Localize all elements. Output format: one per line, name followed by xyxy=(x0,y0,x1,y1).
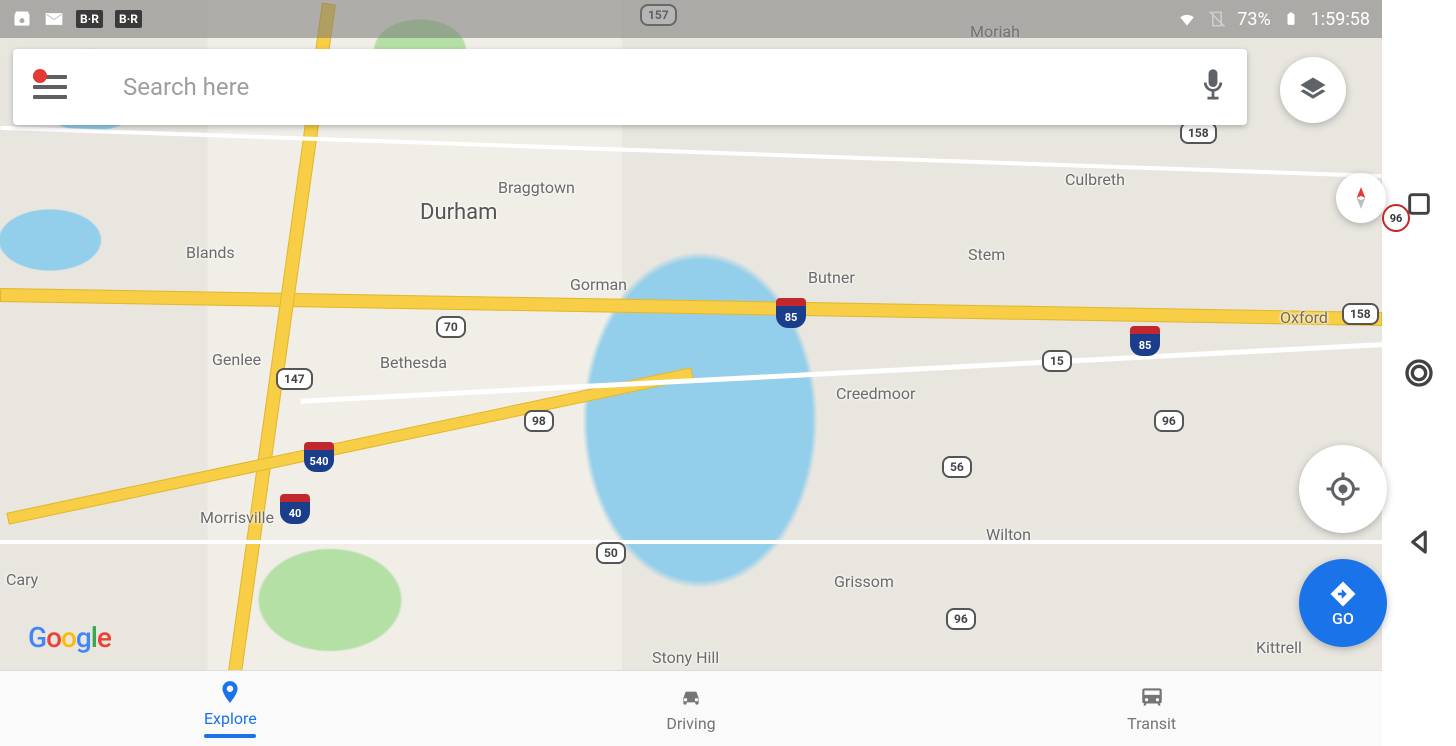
nav-driving[interactable]: Driving xyxy=(461,671,922,746)
system-nav-bar xyxy=(1382,0,1456,746)
city-kittrell: Kittrell xyxy=(1256,638,1302,657)
battery-icon xyxy=(1281,9,1301,29)
city-gorman: Gorman xyxy=(570,275,627,294)
my-location-button[interactable]: ? xyxy=(1299,445,1387,533)
city-blands: Blands xyxy=(186,243,235,262)
route-96a: 96 xyxy=(1154,410,1184,432)
nav-explore-label: Explore xyxy=(204,709,257,728)
notification-dot xyxy=(33,69,47,83)
interstate-85a: 85 xyxy=(776,298,806,328)
menu-button[interactable] xyxy=(33,75,67,99)
route-96b: 96 xyxy=(946,608,976,630)
city-creedmoor: Creedmoor xyxy=(836,384,915,403)
mail-icon xyxy=(44,9,64,29)
city-morrisville: Morrisville xyxy=(200,508,274,527)
nav-active-indicator xyxy=(204,734,256,738)
city-wilton: Wilton xyxy=(986,525,1031,544)
car-icon xyxy=(678,684,704,710)
city-bethesda: Bethesda xyxy=(380,353,447,372)
no-sim-icon xyxy=(1207,9,1227,29)
nav-explore[interactable]: Explore xyxy=(0,671,461,746)
route-158b: 158 xyxy=(1342,303,1379,325)
route-50: 50 xyxy=(596,542,626,564)
br-badge-2: B·R xyxy=(115,10,142,28)
disk-icon xyxy=(12,9,32,29)
sys-home-button[interactable] xyxy=(1402,356,1436,390)
google-logo: Google xyxy=(28,621,111,654)
voice-search-button[interactable] xyxy=(1199,67,1227,107)
nav-driving-label: Driving xyxy=(666,714,715,733)
status-bar: B·R B·R 73% 1:59:58 xyxy=(0,0,1382,38)
city-oxford: Oxford xyxy=(1280,308,1328,327)
road-3 xyxy=(0,540,1382,544)
bottom-nav: Explore Driving Transit xyxy=(0,670,1382,746)
route-158a: 158 xyxy=(1180,122,1217,144)
go-label: GO xyxy=(1332,609,1354,628)
route-15: 15 xyxy=(1042,350,1072,372)
clock: 1:59:58 xyxy=(1311,9,1370,30)
nav-transit[interactable]: Transit xyxy=(921,671,1382,746)
interstate-40: 40 xyxy=(280,494,310,524)
city-grissom: Grissom xyxy=(834,572,894,591)
route-56: 56 xyxy=(942,456,972,478)
svg-text:?: ? xyxy=(1340,483,1346,499)
city-genlee: Genlee xyxy=(212,350,261,369)
sys-back-button[interactable] xyxy=(1402,525,1436,559)
compass-button[interactable] xyxy=(1336,173,1386,223)
pin-icon xyxy=(217,679,243,705)
br-badge-1: B·R xyxy=(76,10,103,28)
city-stonyhill: Stony Hill xyxy=(652,648,719,667)
route-70: 70 xyxy=(436,316,466,338)
interstate-540: 540 xyxy=(304,442,334,472)
city-durham: Durham xyxy=(420,200,497,225)
layers-button[interactable] xyxy=(1280,57,1346,123)
battery-percent: 73% xyxy=(1237,9,1270,30)
interstate-85b: 85 xyxy=(1130,326,1160,356)
search-input[interactable] xyxy=(123,73,1199,101)
route-98: 98 xyxy=(524,410,554,432)
search-bar xyxy=(13,49,1247,125)
speed-limit-badge: 96 xyxy=(1382,204,1410,232)
bus-icon xyxy=(1139,684,1165,710)
city-cary: Cary xyxy=(6,570,38,589)
city-butner: Butner xyxy=(808,268,855,287)
wifi-icon xyxy=(1177,9,1197,29)
route-147: 147 xyxy=(276,368,313,390)
city-braggtown: Braggtown xyxy=(498,178,575,197)
city-culbreth: Culbreth xyxy=(1065,170,1125,189)
city-stem: Stem xyxy=(968,245,1005,264)
nav-transit-label: Transit xyxy=(1127,714,1176,733)
go-button[interactable]: GO xyxy=(1299,559,1387,647)
